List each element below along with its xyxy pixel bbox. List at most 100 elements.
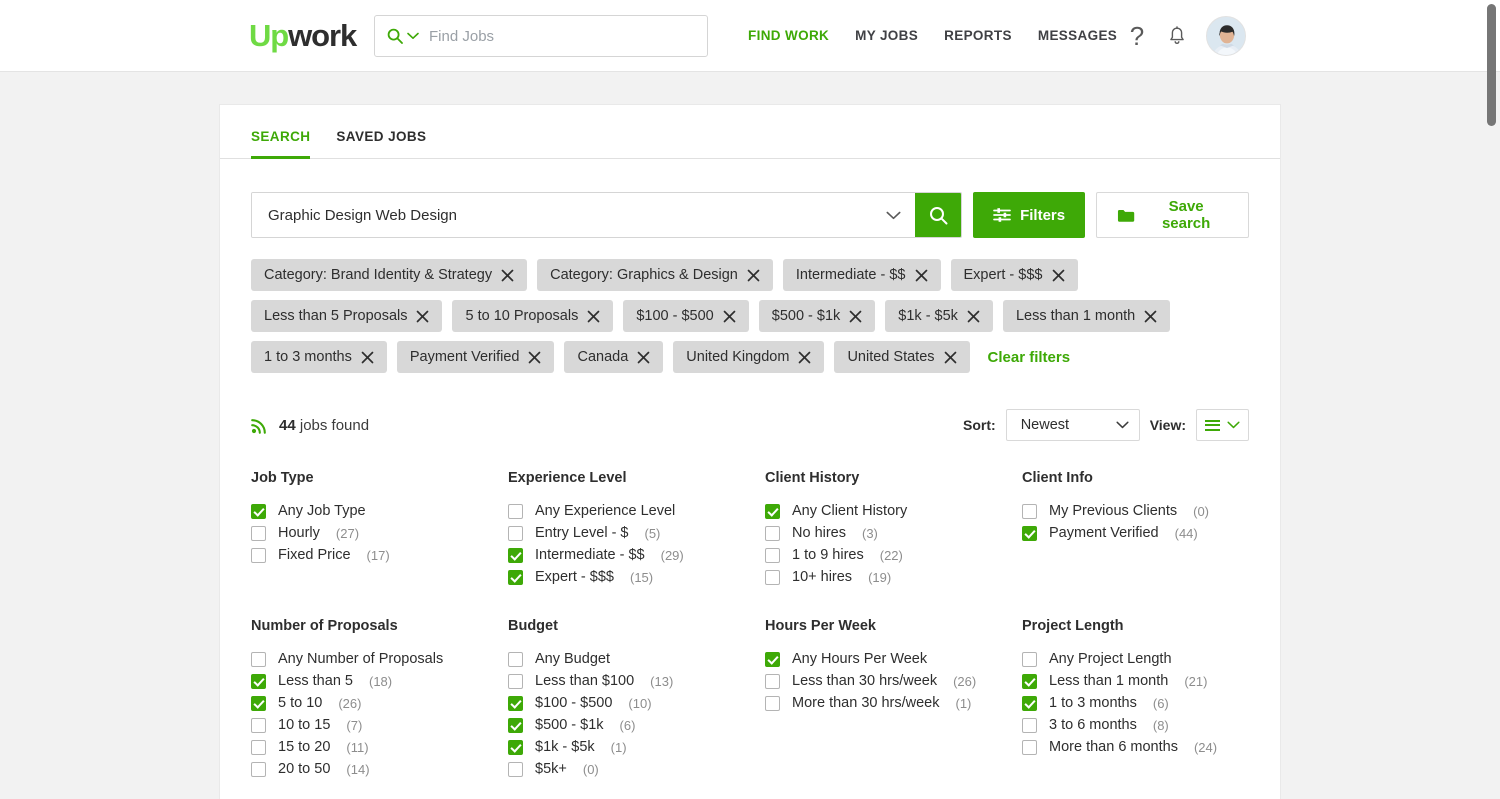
facet-option[interactable]: $1k - $5k (1) [508,736,765,758]
filter-chip[interactable]: 1 to 3 months [251,341,387,373]
facet-option[interactable]: Hourly (27) [251,522,508,544]
upwork-logo[interactable]: Upwork [249,20,357,51]
checkbox[interactable] [1022,525,1037,541]
facet-option[interactable]: Any Client History [765,500,1022,522]
tab-search[interactable]: SEARCH [251,129,311,159]
filter-chip[interactable]: United Kingdom [673,341,825,373]
facet-option[interactable]: 1 to 3 months (6) [1022,692,1279,714]
clear-filters-link[interactable]: Clear filters [988,341,1071,373]
checkbox[interactable] [765,695,780,711]
checkbox[interactable] [508,569,523,585]
facet-option[interactable]: Less than 30 hrs/week (26) [765,670,1022,692]
filter-chip[interactable]: $1k - $5k [885,300,993,332]
facet-option[interactable]: Any Budget [508,648,765,670]
question-mark-icon[interactable]: ? [1126,16,1148,56]
nav-link-reports[interactable]: REPORTS [944,28,1012,43]
checkbox[interactable] [508,717,523,733]
tab-saved-jobs[interactable]: SAVED JOBS [336,129,426,159]
global-search-box[interactable] [374,15,708,57]
close-icon[interactable] [747,269,760,282]
filter-chip[interactable]: Payment Verified [396,341,555,373]
checkbox[interactable] [251,651,266,667]
checkbox[interactable] [765,525,780,541]
checkbox[interactable] [765,673,780,689]
facet-option[interactable]: 20 to 50 (14) [251,758,508,780]
search-history-chevron-icon[interactable] [871,193,915,237]
facet-option[interactable]: 1 to 9 hires (22) [765,544,1022,566]
filter-chip[interactable]: Less than 5 Proposals [251,300,443,332]
checkbox[interactable] [1022,695,1037,711]
facet-option[interactable]: Any Project Length [1022,648,1279,670]
facet-option[interactable]: Any Experience Level [508,500,765,522]
global-search-input[interactable] [427,26,695,46]
checkbox[interactable] [1022,739,1037,755]
close-icon[interactable] [528,351,541,364]
checkbox[interactable] [508,503,523,519]
checkbox[interactable] [508,739,523,755]
close-icon[interactable] [915,269,928,282]
checkbox[interactable] [765,547,780,563]
facet-option[interactable]: 10+ hires (19) [765,566,1022,588]
filter-chip[interactable]: $100 - $500 [623,300,749,332]
close-icon[interactable] [1144,310,1157,323]
close-icon[interactable] [361,351,374,364]
checkbox[interactable] [251,673,266,689]
checkbox[interactable] [1022,673,1037,689]
filter-chip[interactable]: Expert - $$$ [950,259,1078,291]
facet-option[interactable]: Expert - $$$ (15) [508,566,765,588]
checkbox[interactable] [508,673,523,689]
close-icon[interactable] [501,269,514,282]
facet-option[interactable]: Any Job Type [251,500,508,522]
search-submit-button[interactable] [915,193,962,237]
facet-option[interactable]: 10 to 15 (7) [251,714,508,736]
facet-option[interactable]: Intermediate - $$ (29) [508,544,765,566]
checkbox[interactable] [251,739,266,755]
facet-option[interactable]: My Previous Clients (0) [1022,500,1279,522]
facet-option[interactable]: Any Hours Per Week [765,648,1022,670]
filter-chip[interactable]: Less than 1 month [1002,300,1171,332]
facet-option[interactable]: $5k+ (0) [508,758,765,780]
close-icon[interactable] [849,310,862,323]
facet-option[interactable]: 3 to 6 months (8) [1022,714,1279,736]
close-icon[interactable] [798,351,811,364]
facet-option[interactable]: No hires (3) [765,522,1022,544]
checkbox[interactable] [251,695,266,711]
close-icon[interactable] [967,310,980,323]
chevron-down-icon[interactable] [407,32,419,40]
nav-link-messages[interactable]: MESSAGES [1038,28,1117,43]
filter-chip[interactable]: United States [834,341,970,373]
checkbox[interactable] [251,503,266,519]
close-icon[interactable] [416,310,429,323]
facet-option[interactable]: Fixed Price (17) [251,544,508,566]
facet-option[interactable]: 15 to 20 (11) [251,736,508,758]
notification-bell-icon[interactable] [1166,16,1188,56]
filter-chip[interactable]: $500 - $1k [758,300,876,332]
filters-button[interactable]: Filters [973,192,1086,238]
filter-chip[interactable]: Category: Graphics & Design [537,259,773,291]
filter-chip[interactable]: 5 to 10 Proposals [452,300,614,332]
checkbox[interactable] [508,547,523,563]
page-scrollbar[interactable] [1487,0,1496,799]
facet-option[interactable]: Less than 1 month (21) [1022,670,1279,692]
checkbox[interactable] [251,547,266,563]
close-icon[interactable] [723,310,736,323]
filter-chip[interactable]: Intermediate - $$ [782,259,941,291]
checkbox[interactable] [765,503,780,519]
user-avatar[interactable] [1206,16,1246,56]
checkbox[interactable] [508,761,523,777]
close-icon[interactable] [637,351,650,364]
sort-select[interactable]: Newest [1005,409,1140,441]
scrollbar-thumb[interactable] [1487,4,1496,126]
facet-option[interactable]: Less than $100 (13) [508,670,765,692]
rss-feed-icon[interactable] [251,417,268,434]
facet-option[interactable]: $100 - $500 (10) [508,692,765,714]
checkbox[interactable] [508,525,523,541]
close-icon[interactable] [1052,269,1065,282]
facet-option[interactable]: Payment Verified (44) [1022,522,1279,544]
checkbox[interactable] [1022,651,1037,667]
facet-option[interactable]: More than 6 months (24) [1022,736,1279,758]
filter-chip[interactable]: Canada [564,341,664,373]
facet-option[interactable]: Less than 5 (18) [251,670,508,692]
facet-option[interactable]: 5 to 10 (26) [251,692,508,714]
checkbox[interactable] [508,695,523,711]
